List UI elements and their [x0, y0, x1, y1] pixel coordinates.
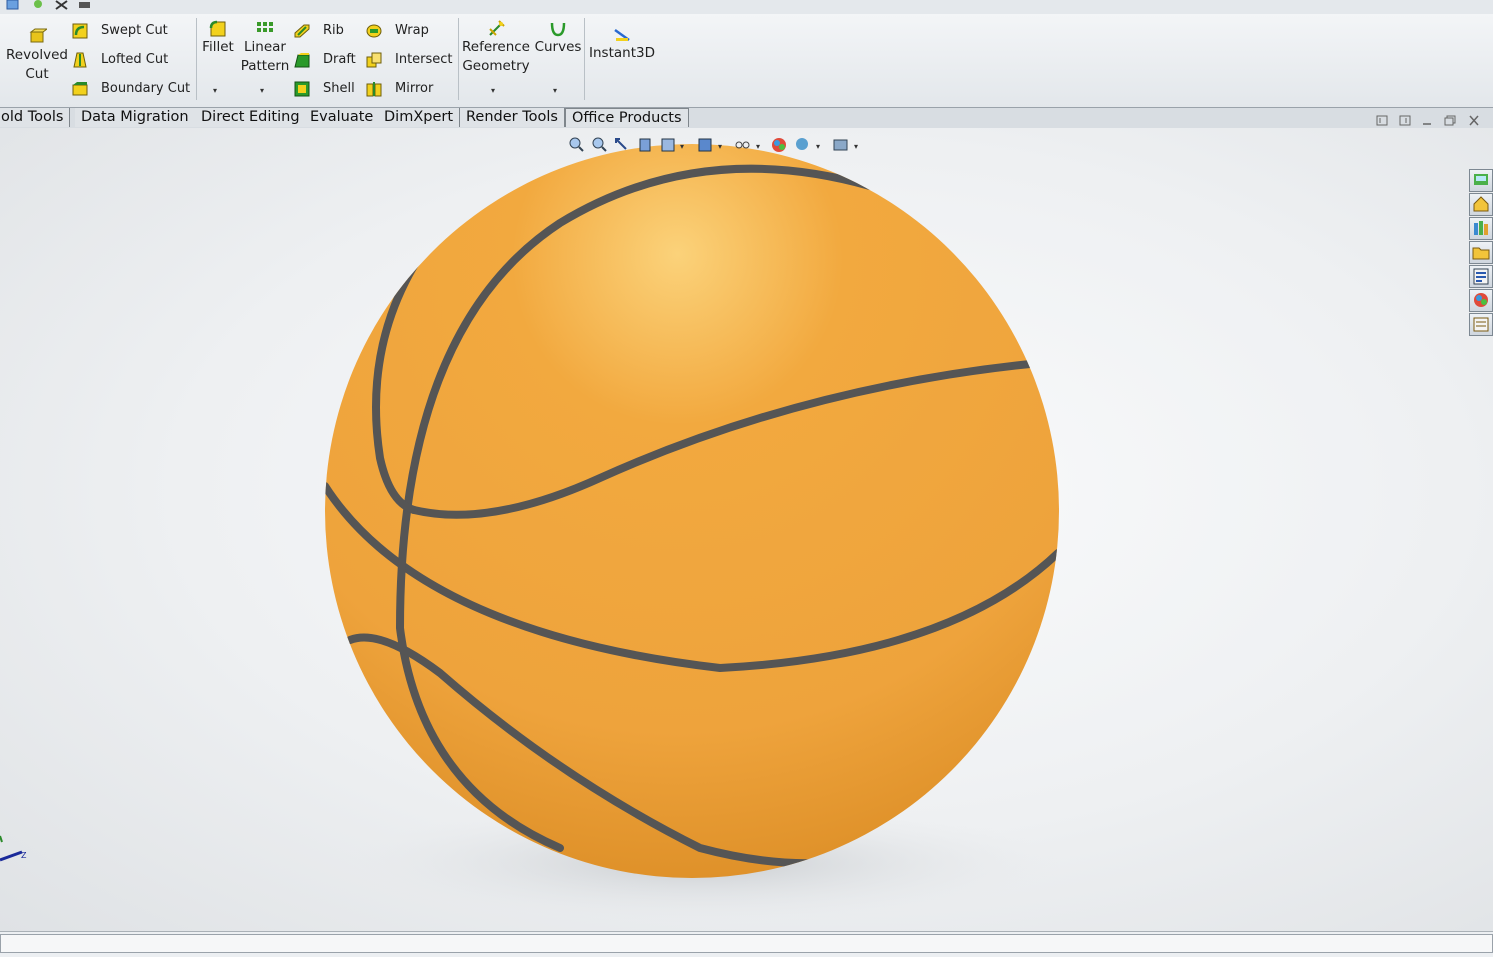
svg-text:▾: ▾: [680, 142, 684, 151]
display-style-icon[interactable]: ▾: [698, 138, 722, 152]
curves-dropdown-icon[interactable]: ▾: [553, 86, 557, 95]
linear-pattern-icon: [257, 22, 273, 32]
ribbon-separator: [458, 18, 459, 100]
reference-geometry-button[interactable]: Reference Geometry: [462, 20, 530, 76]
mirror-label: Mirror: [395, 81, 434, 96]
tab-office-products[interactable]: Office Products: [565, 108, 689, 127]
linear-pattern-button[interactable]: Linear Pattern: [238, 20, 292, 76]
boundary-cut-label: Boundary Cut: [101, 81, 191, 96]
instant3d-button[interactable]: Instant3D: [588, 26, 656, 63]
ribbon-separator: [584, 18, 585, 100]
svg-text:▾: ▾: [756, 142, 760, 151]
assembly-icon[interactable]: [55, 0, 68, 10]
rib-icon: [294, 24, 310, 38]
draft-icon: [294, 53, 310, 68]
zoom-to-fit-icon[interactable]: [569, 137, 584, 152]
curves-label: Curves: [534, 39, 582, 55]
mirror-icon: [366, 82, 382, 97]
custom-properties-icon[interactable]: [1469, 313, 1493, 336]
svg-text:▾: ▾: [854, 142, 858, 151]
svg-text:▾: ▾: [816, 142, 820, 151]
status-field: [0, 934, 1493, 953]
feature-icon[interactable]: [32, 0, 45, 10]
shell-label: Shell: [323, 81, 355, 96]
wrap-label: Wrap: [395, 23, 429, 38]
apply-scene-icon[interactable]: ▾: [796, 138, 820, 151]
revolved-cut-button[interactable]: Revolved Cut: [6, 26, 68, 84]
graphics-area[interactable]: ▾ ▾ ▾ ▾ ▾ Z: [0, 128, 1493, 931]
curves-icon: [550, 22, 566, 37]
draft-label: Draft: [323, 52, 356, 67]
fillet-dropdown-icon[interactable]: ▾: [213, 86, 217, 95]
tab-mold-tools[interactable]: lold Tools: [0, 108, 71, 127]
svg-text:Z: Z: [21, 851, 27, 860]
tab-direct-editing[interactable]: Direct Editing: [195, 108, 307, 127]
quick-access-toolbar: [0, 0, 1493, 15]
intersect-icon: [366, 52, 382, 68]
intersect-label: Intersect: [395, 52, 453, 67]
svg-text:▾: ▾: [718, 142, 722, 151]
ribbon-separator: [196, 18, 197, 100]
fillet-label: Fillet: [202, 39, 234, 55]
restore-icon[interactable]: [1444, 115, 1456, 126]
hide-show-items-icon[interactable]: ▾: [735, 141, 760, 151]
home-icon[interactable]: [1469, 193, 1493, 216]
design-library-icon[interactable]: [1469, 217, 1493, 240]
edit-appearance-icon[interactable]: [772, 138, 786, 152]
wrap-icon: [366, 24, 382, 38]
heads-up-view-toolbar: ▾ ▾ ▾ ▾ ▾: [568, 136, 868, 154]
zoom-to-area-icon[interactable]: [592, 137, 607, 152]
linear-pattern-label: Linear Pattern: [240, 39, 290, 74]
rib-label: Rib: [323, 23, 344, 38]
swept-cut-icon: [72, 23, 88, 39]
triad-icon: Z: [0, 835, 27, 862]
print-icon[interactable]: [78, 0, 91, 10]
tab-data-migration[interactable]: Data Migration: [75, 108, 196, 127]
view-orientation-icon[interactable]: ▾: [661, 138, 684, 152]
boundary-cut-icon: [72, 82, 88, 96]
fillet-button[interactable]: Fillet: [200, 20, 236, 57]
reference-geometry-icon: [489, 20, 505, 36]
status-bar: [0, 931, 1493, 957]
instant3d-label: Instant3D: [589, 45, 655, 61]
basketball-model[interactable]: [0, 128, 1493, 931]
revolved-cut-label: Revolved Cut: [6, 47, 68, 82]
sketch-icon[interactable]: [6, 0, 19, 10]
tile-right-icon[interactable]: [1399, 115, 1411, 126]
tab-render-tools[interactable]: Render Tools: [460, 108, 565, 127]
revolved-cut-icon: [29, 28, 47, 43]
minimize-icon[interactable]: [1421, 115, 1433, 126]
view-palette-icon[interactable]: [1469, 265, 1493, 288]
lofted-cut-label: Lofted Cut: [101, 52, 169, 67]
section-view-icon[interactable]: [639, 138, 651, 152]
swept-cut-label: Swept Cut: [101, 23, 168, 38]
tab-dimxpert[interactable]: DimXpert: [378, 108, 461, 127]
reference-geometry-label: Reference Geometry: [462, 39, 530, 74]
file-explorer-icon[interactable]: [1469, 241, 1493, 264]
appearances-icon[interactable]: [1469, 289, 1493, 312]
shell-icon: [294, 81, 310, 97]
tab-evaluate[interactable]: Evaluate: [304, 108, 381, 127]
linear-pattern-dropdown-icon[interactable]: ▾: [260, 86, 264, 95]
previous-view-icon[interactable]: [615, 138, 627, 150]
curves-button[interactable]: Curves: [534, 20, 582, 57]
tile-left-icon[interactable]: [1376, 115, 1388, 126]
fillet-icon: [209, 20, 226, 37]
instant3d-icon: [614, 28, 630, 42]
lofted-cut-icon: [73, 52, 87, 68]
reference-geometry-dropdown-icon[interactable]: ▾: [491, 86, 495, 95]
solidworks-resources-icon[interactable]: [1469, 169, 1493, 192]
view-settings-icon[interactable]: ▾: [833, 139, 858, 151]
command-manager-tabs: lold Tools Data Migration Direct Editing…: [0, 108, 1493, 128]
close-icon[interactable]: [1468, 115, 1480, 126]
command-manager-ribbon: Revolved Cut Swept Cut Lofted Cut Bounda…: [0, 14, 1493, 108]
